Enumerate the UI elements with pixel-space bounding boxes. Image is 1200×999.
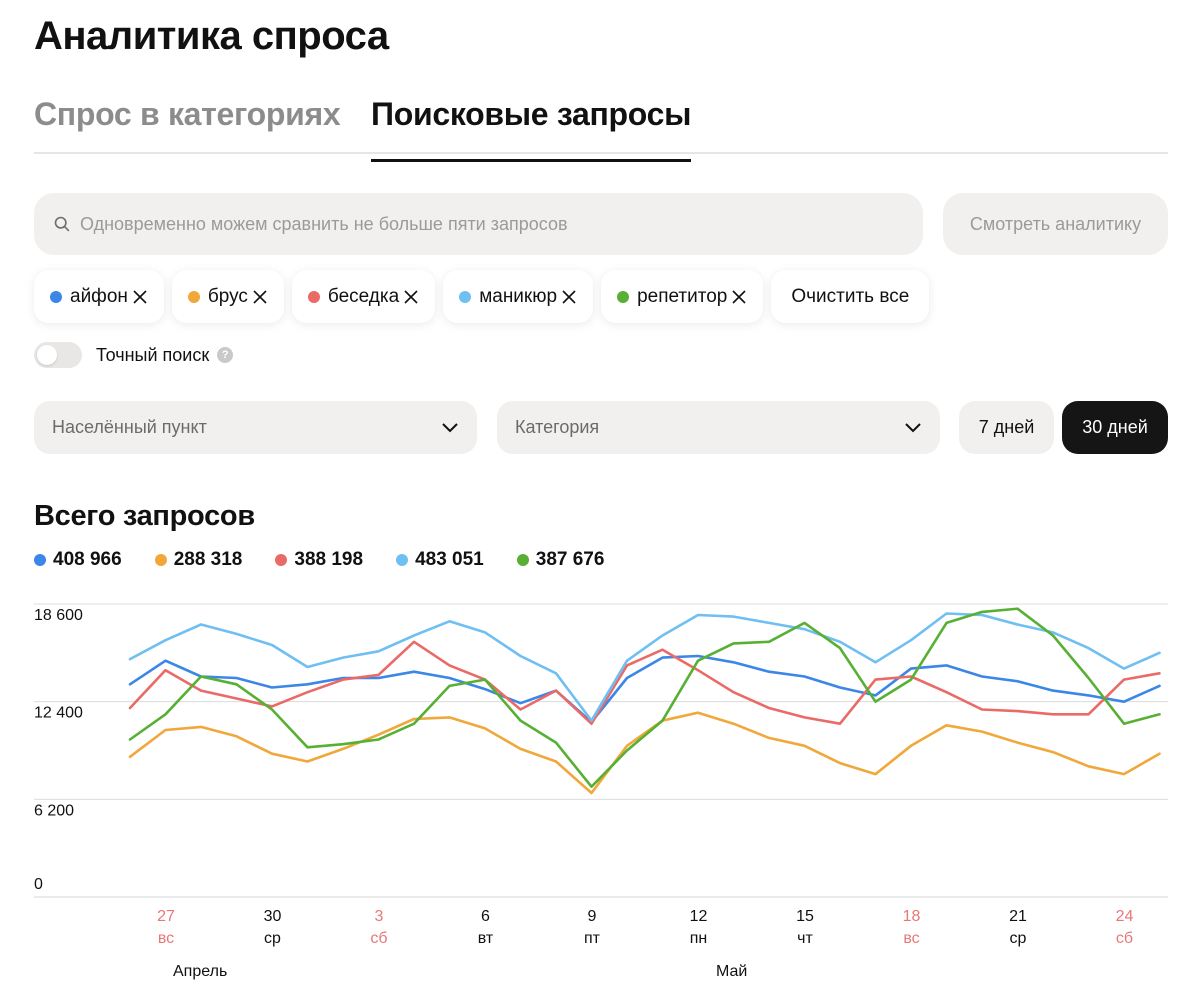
category-select-placeholder: Категория <box>515 417 600 437</box>
x-tick-day: 6 <box>481 908 490 925</box>
x-tick-weekday: сб <box>370 930 387 947</box>
legend-total: 387 676 <box>535 549 605 570</box>
view-analytics-button[interactable]: Смотреть аналитику <box>943 193 1168 255</box>
series-dot <box>50 290 62 303</box>
x-tick-day: 9 <box>588 908 597 925</box>
query-chip: беседка <box>291 270 436 323</box>
exact-search-label: Точный поиск <box>96 344 210 365</box>
close-icon[interactable] <box>132 289 148 305</box>
x-tick-day: 3 <box>375 908 384 925</box>
x-tick-day: 21 <box>1009 908 1027 925</box>
y-tick-label: 12 400 <box>34 705 83 722</box>
query-chips: айфон брус беседка маникюр репетитор Очи… <box>34 270 930 323</box>
x-tick-day: 15 <box>796 908 814 925</box>
legend-total: 408 966 <box>53 549 122 570</box>
series-line <box>128 711 1161 795</box>
x-tick-day: 18 <box>903 908 921 925</box>
tabs: Спрос в категориях Поисковые запросы <box>34 96 1168 162</box>
x-tick-weekday: чт <box>797 930 813 947</box>
search-box <box>34 193 923 255</box>
legend-item: 387 676 <box>516 549 605 571</box>
x-tick-day: 27 <box>157 908 175 925</box>
x-tick-day: 30 <box>264 908 282 925</box>
chart-legend: 408 966 288 318 388 198 483 051 387 676 <box>34 549 637 571</box>
y-tick-label: 0 <box>34 876 43 893</box>
city-select[interactable]: Населённый пункт <box>34 401 477 454</box>
search-input[interactable] <box>80 213 900 235</box>
series-dot <box>307 290 320 303</box>
series-dot <box>187 290 200 303</box>
x-tick-day: 24 <box>1116 908 1134 925</box>
question-icon[interactable]: ? <box>217 347 234 363</box>
legend-item: 288 318 <box>154 549 243 571</box>
x-tick-weekday: пн <box>690 930 708 947</box>
query-chip: айфон <box>34 270 164 323</box>
chip-label: маникюр <box>479 285 558 307</box>
legend-dot <box>396 554 409 566</box>
series-line <box>128 654 1161 724</box>
chip-label: репетитор <box>637 285 728 307</box>
exact-search-toggle[interactable] <box>34 342 82 368</box>
series-dot <box>459 290 472 303</box>
x-tick-day: 12 <box>690 908 708 925</box>
legend-total: 483 051 <box>415 549 484 570</box>
exact-search-row: Точный поиск ? <box>34 342 234 368</box>
series-dot <box>617 290 630 303</box>
toggle-knob <box>37 345 57 365</box>
city-select-placeholder: Населённый пункт <box>52 417 207 437</box>
x-tick-weekday: ср <box>264 930 281 947</box>
query-chip: репетитор <box>601 270 764 323</box>
query-chip: маникюр <box>443 270 594 323</box>
x-tick-weekday: вс <box>903 930 919 947</box>
legend-item: 408 966 <box>34 549 122 571</box>
x-tick-weekday: ср <box>1010 930 1027 947</box>
close-icon[interactable] <box>252 289 268 305</box>
legend-total: 288 318 <box>173 549 243 570</box>
x-tick-weekday: сб <box>1116 930 1133 947</box>
legend-dot <box>34 554 46 566</box>
legend-item: 483 051 <box>396 549 484 571</box>
close-icon[interactable] <box>403 289 419 305</box>
legend-dot <box>516 554 529 566</box>
y-tick-label: 6 200 <box>34 802 74 819</box>
query-chip: брус <box>171 270 284 323</box>
legend-total: 388 198 <box>294 549 364 570</box>
x-tick-weekday: вс <box>158 930 174 947</box>
chevron-down-icon <box>905 422 921 432</box>
legend-dot <box>154 554 167 566</box>
x-tick-weekday: пт <box>584 930 601 947</box>
period-30-days-button[interactable]: 30 дней <box>1062 401 1168 454</box>
tab-search-queries[interactable]: Поисковые запросы <box>371 96 691 162</box>
search-icon <box>54 216 70 232</box>
chip-label: айфон <box>70 285 128 307</box>
chip-label: брус <box>207 285 248 307</box>
close-icon[interactable] <box>731 289 747 305</box>
series-line <box>128 607 1161 788</box>
y-tick-label: 18 600 <box>34 607 83 624</box>
legend-item: 388 198 <box>275 549 363 571</box>
page-title: Аналитика спроса <box>34 14 389 58</box>
close-icon[interactable] <box>561 289 577 305</box>
chip-label: беседка <box>327 285 400 307</box>
category-select[interactable]: Категория <box>497 401 940 454</box>
month-label: Май <box>716 963 747 980</box>
chart-title: Всего запросов <box>34 500 255 532</box>
tab-category-demand[interactable]: Спрос в категориях <box>34 96 341 147</box>
chevron-down-icon <box>442 422 458 432</box>
clear-all-button[interactable]: Очистить все <box>771 270 930 323</box>
demand-line-chart: 18 600 12 400 6 200 0 27 вс 30 ср 3 сб 6 вт 9 пт 12 пн 1… <box>34 603 1168 980</box>
legend-dot <box>275 554 288 566</box>
month-label: Апрель <box>173 963 227 980</box>
period-7-days-button[interactable]: 7 дней <box>959 401 1054 454</box>
x-tick-weekday: вт <box>478 930 494 947</box>
